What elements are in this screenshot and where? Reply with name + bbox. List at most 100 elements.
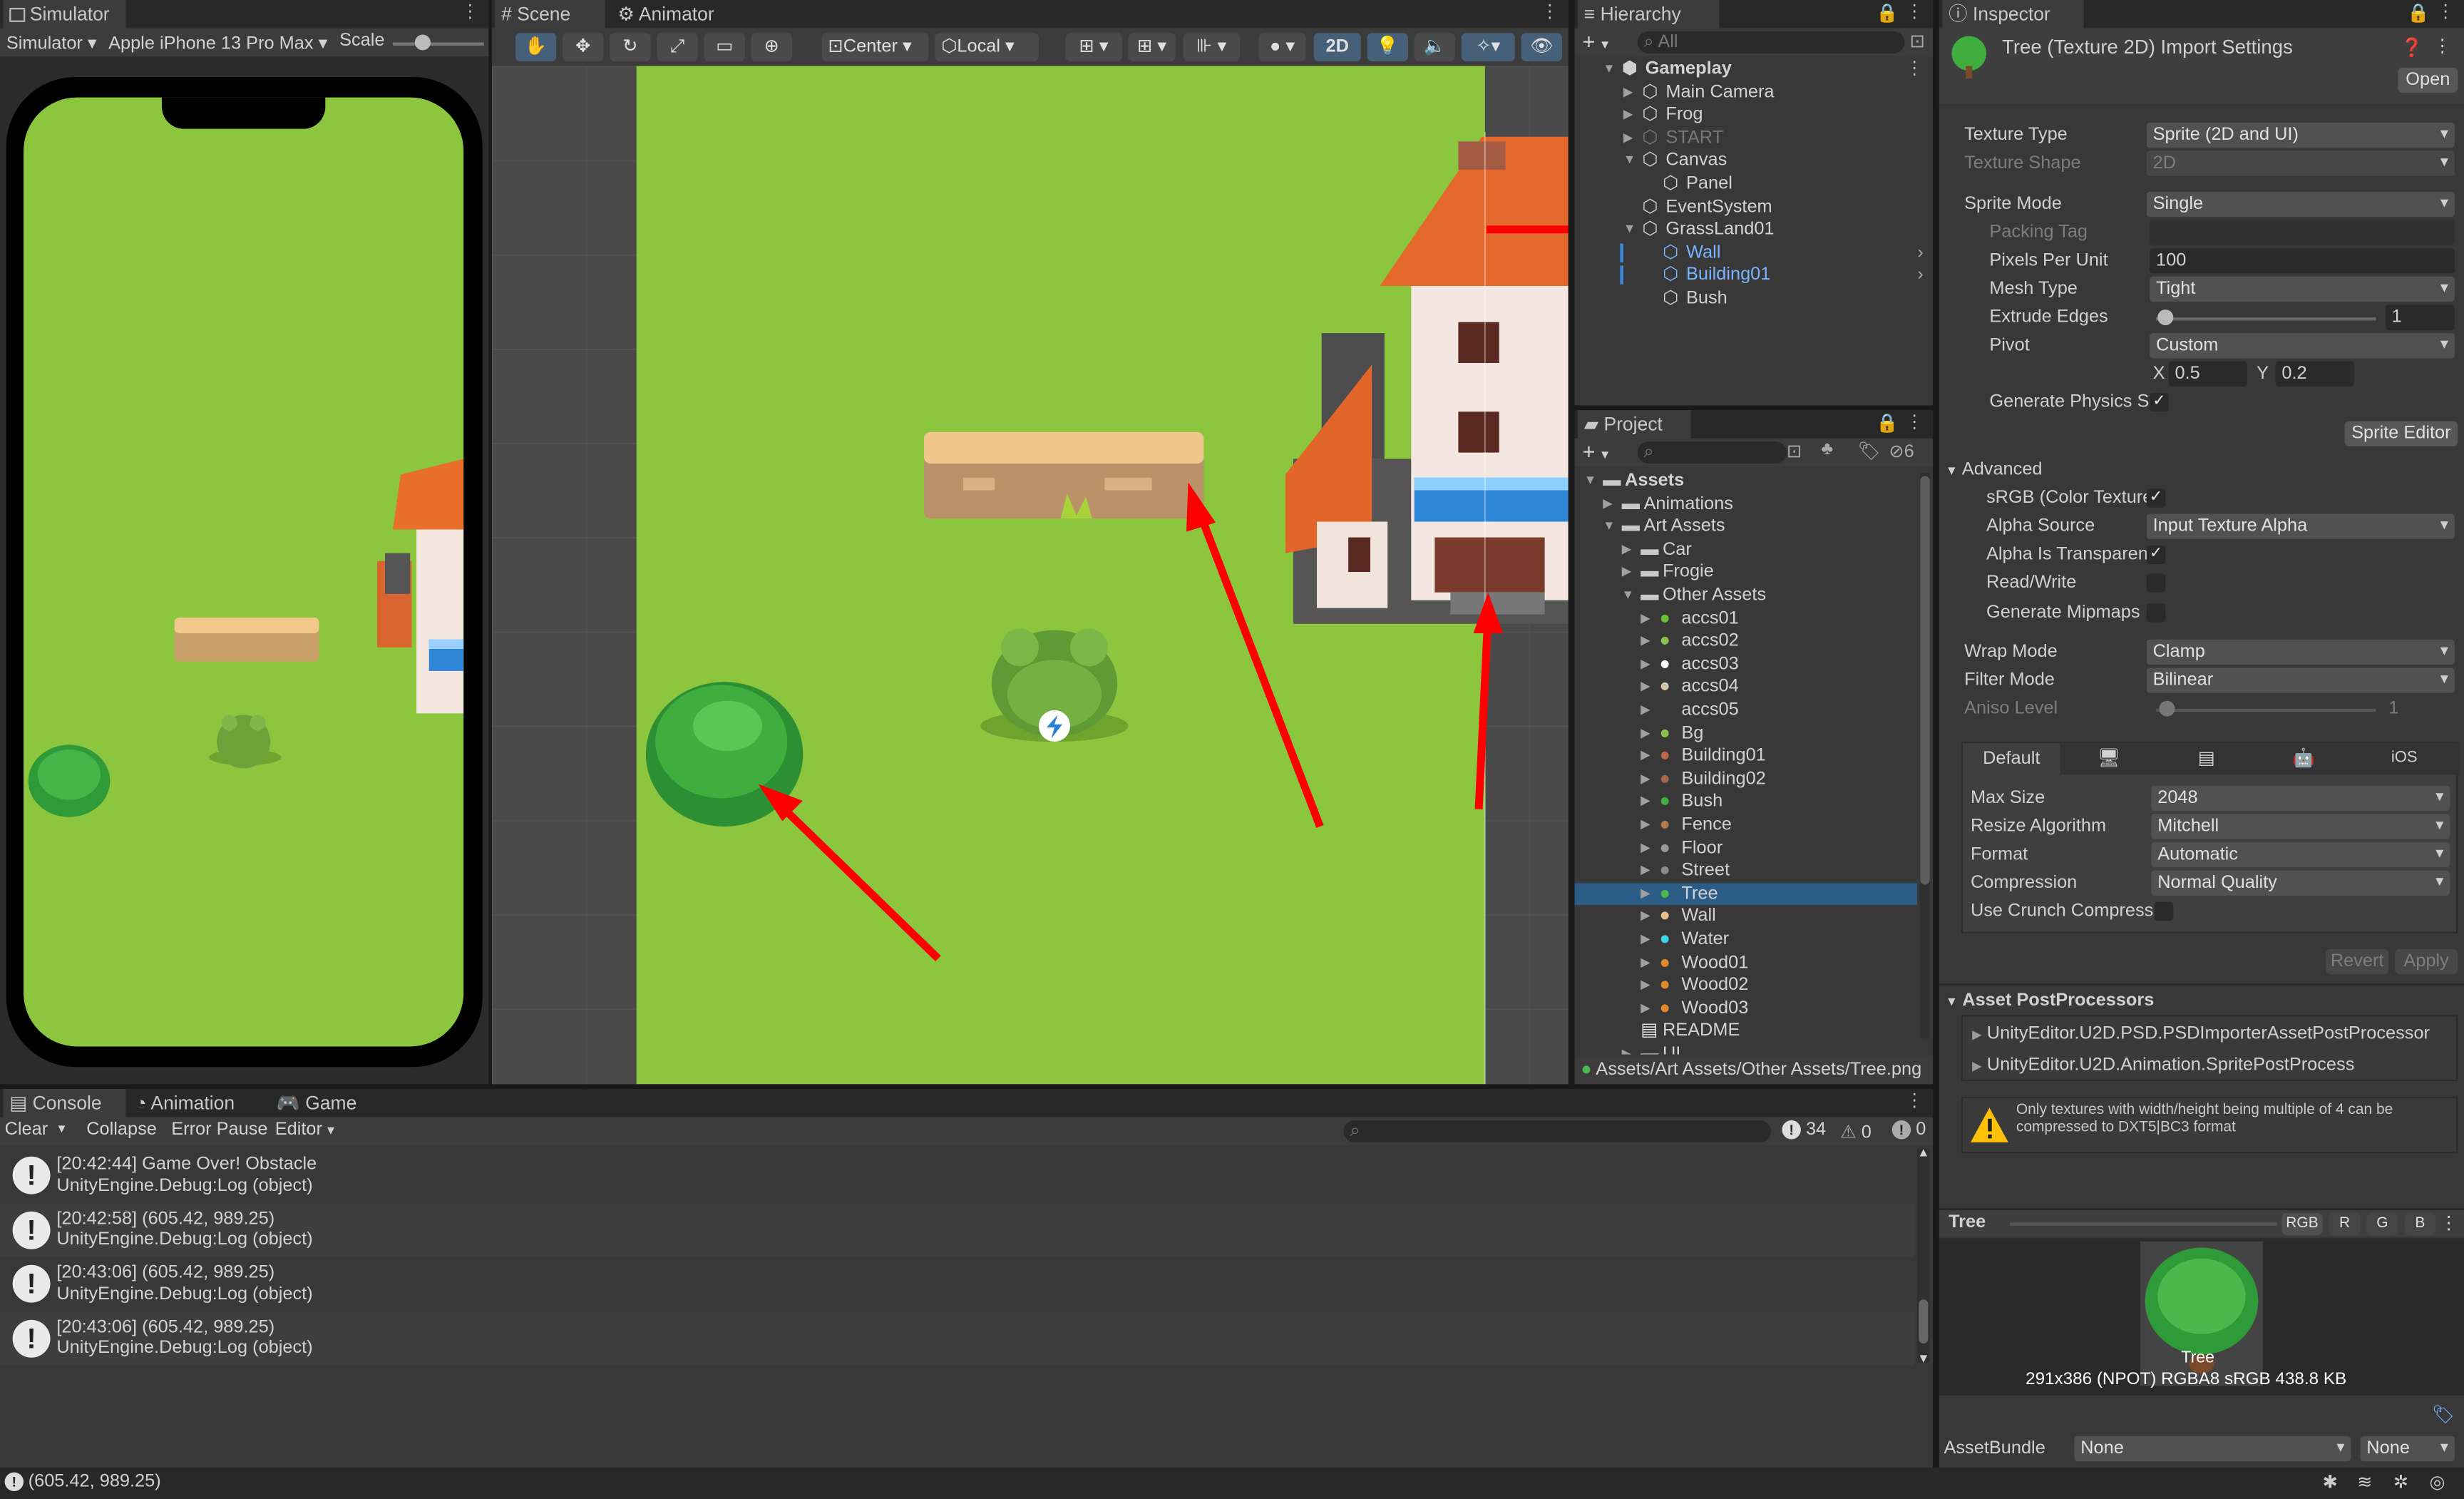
search-type-icon[interactable]: ⊡ [1787,440,1802,461]
audio-button[interactable]: 🔈 [1414,33,1455,61]
simulator-menu-icon[interactable]: ⋮ [461,0,479,21]
channel-b-button[interactable]: B [2404,1213,2436,1235]
tab-inspector[interactable]: ⓘ Inspector [1942,0,2084,29]
tab-animator[interactable]: ⚙ Animator [611,0,736,29]
project-asset-item[interactable]: ▶ ● Water [1575,928,1917,951]
grid-snap-button[interactable]: ⊞ ▾ [1065,33,1122,61]
wrap-mode-dropdown[interactable]: Clamp [2146,639,2455,665]
project-asset-item[interactable]: ▶ ● Wood03 [1575,998,1917,1020]
extrude-slider-thumb[interactable] [2157,309,2174,326]
scale-slider-thumb[interactable] [414,34,431,51]
hierarchy-item[interactable]: ⬡ Bush [1575,287,1934,310]
tab-simulator[interactable]: Simulator [3,0,126,29]
project-asset-item[interactable]: ▶ ● Floor [1575,837,1917,860]
filter-mode-dropdown[interactable]: Bilinear [2146,667,2455,693]
collapse-arrow-icon[interactable]: ▶ [1641,906,1651,928]
open-prefab-arrow-icon[interactable]: › [1917,242,1923,265]
collapse-arrow-icon[interactable]: ▶ [1623,81,1633,104]
sync-status-icon[interactable]: ◎ [2430,1470,2445,1493]
platform-tab-standalone-icon[interactable]: 🖥 [2060,743,2158,774]
log-count-toggle[interactable]: ! 34 [1782,1120,1826,1140]
project-scrollbar[interactable] [1920,473,1930,1039]
project-folder-item[interactable]: ▼ ▬ Art Assets [1575,516,1917,538]
rect-tool-button[interactable]: ▭ [704,33,745,61]
project-folder-item[interactable]: ▼ ▬ Assets [1575,470,1917,493]
increment-snap-button[interactable]: ⊪ ▾ [1183,33,1241,61]
draw-mode-dropdown[interactable]: ● ▾ [1258,33,1306,61]
hierarchy-search-input[interactable]: ⌕ All [1637,31,1905,53]
extrude-input[interactable]: 1 [2385,305,2455,330]
hierarchy-item[interactable]: ⬡ Building01 › [1575,265,1934,287]
project-asset-item[interactable]: ▶ ● Fence [1575,814,1917,837]
project-folder-item[interactable]: ▶ ▬ Animations [1575,493,1917,516]
texture-type-dropdown[interactable]: Sprite (2D and UI) [2146,122,2455,148]
open-button[interactable]: Open [2398,67,2458,93]
search-options-icon[interactable]: ⊡ [1910,30,1925,51]
lock-icon[interactable]: 🔒 [2407,1,2430,24]
tab-game[interactable]: 🎮 Game [270,1089,380,1117]
hierarchy-item[interactable]: ⬡ Panel [1575,173,1934,195]
scale-slider-track[interactable] [393,42,484,46]
project-asset-item[interactable]: ▶ ● accs02 [1575,630,1917,653]
alpha-transparency-checkbox[interactable]: ✓ [2146,545,2166,565]
open-prefab-arrow-icon[interactable]: › [1917,265,1923,287]
expand-arrow-icon[interactable]: ▼ [1603,58,1615,81]
extrude-slider-track[interactable] [2156,317,2376,321]
packing-tag-input[interactable] [2150,220,2455,245]
status-message[interactable]: (605.42, 989.25) [29,1473,161,1491]
project-asset-item[interactable]: ▶ ● Wood02 [1575,975,1917,998]
project-folder-item[interactable]: ▼ ▬ Other Assets [1575,585,1917,608]
collapse-arrow-icon[interactable]: ▶ [1641,745,1651,768]
inspector-menu-icon[interactable]: ⋮ [2436,0,2454,21]
collapse-arrow-icon[interactable]: ▶ [1641,975,1651,998]
tab-console[interactable]: ▤ Console [3,1088,126,1117]
filter-label-icon[interactable]: 🏷 [1857,440,1880,461]
console-menu-icon[interactable]: ⋮ [1905,1089,1923,1110]
move-tool-button[interactable]: ✥ [563,33,604,61]
channel-rgb-button[interactable]: RGB [2281,1213,2323,1235]
pivot-dropdown[interactable]: Custom [2150,333,2455,359]
mipmaps-checkbox[interactable] [2146,603,2166,623]
pivot-y-input[interactable]: 0.2 [2275,361,2354,387]
collapse-arrow-icon[interactable]: ▶ [1641,700,1651,722]
settings-icon[interactable]: ⋮ [2433,34,2451,56]
progress-icon[interactable]: ≋ [2357,1470,2372,1493]
pivot-local-dropdown[interactable]: ⬡Local ▾ [935,33,1039,61]
project-asset-item[interactable]: ▶ ● Wall [1575,906,1917,928]
format-dropdown[interactable]: Automatic [2151,842,2450,868]
project-asset-item[interactable]: ▶ ● Bush [1575,791,1917,814]
sprite-editor-button[interactable]: Sprite Editor [2344,421,2458,446]
collapse-arrow-icon[interactable]: ▶ [1641,837,1651,860]
compression-dropdown[interactable]: Normal Quality [2151,870,2450,896]
collapse-button[interactable]: Collapse [86,1120,157,1139]
collapse-arrow-icon[interactable]: ▶ [1641,928,1651,951]
lighting-button[interactable]: 💡 [1367,33,1408,61]
collapse-arrow-icon[interactable]: ▶ [1641,883,1651,906]
advanced-foldout[interactable]: ▼ Advanced [1946,461,2043,479]
expand-arrow-icon[interactable]: ▼ [1623,150,1636,173]
platform-tab-android-icon[interactable]: 🤖 [2255,743,2353,774]
simulator-mode-dropdown[interactable]: Simulator ▾ [6,31,97,53]
visibility-button[interactable]: 👁 [1521,33,1562,61]
collapse-arrow-icon[interactable]: ▶ [1641,814,1651,837]
tab-animation[interactable]: ◔ Animation [129,1089,267,1117]
revert-button[interactable]: Revert [2326,948,2389,975]
scene-viewport[interactable] [491,66,1569,1085]
hierarchy-item[interactable]: ▶ ⬡ START [1575,127,1934,150]
srgb-checkbox[interactable]: ✓ [2146,488,2166,508]
project-search-input[interactable]: ⌕ [1637,441,1787,464]
filter-type-icon[interactable]: ♣ [1822,440,1834,459]
collapse-arrow-icon[interactable]: ▶ [1641,951,1651,974]
apply-button[interactable]: Apply [2395,948,2458,975]
console-scrollbar[interactable]: ▲ ▼ [1917,1145,1930,1366]
lock-icon[interactable]: 🔒 [1876,411,1899,434]
hidden-packages-button[interactable]: ⊘6 [1889,440,1914,461]
platform-tab-ios[interactable]: iOS [2353,743,2456,774]
hierarchy-item[interactable]: ⬡ Wall › [1575,242,1934,265]
project-asset-item[interactable]: ▶ ● Street [1575,860,1917,883]
platform-tab-server-icon[interactable]: ▤ [2157,743,2255,774]
collapse-arrow-icon[interactable]: ▶ [1641,768,1651,791]
pivot-center-dropdown[interactable]: ⊡Center ▾ [821,33,929,61]
collapse-arrow-icon[interactable]: ▶ [1641,791,1651,814]
alpha-source-dropdown[interactable]: Input Texture Alpha [2146,513,2455,539]
